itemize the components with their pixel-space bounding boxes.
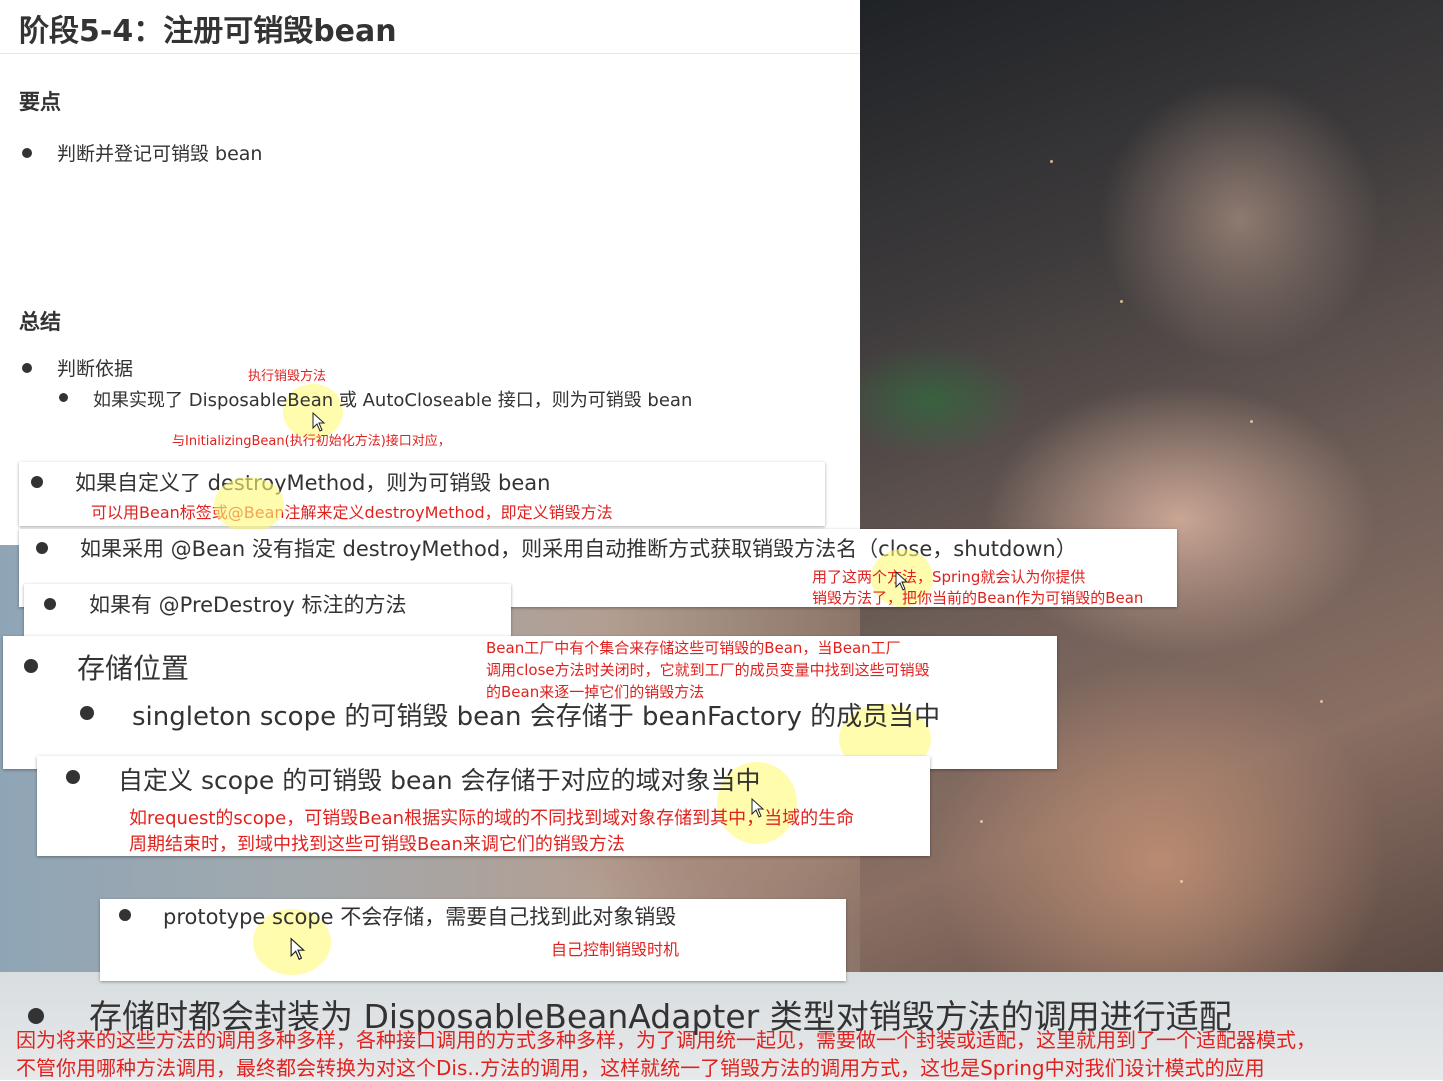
storage-3: prototype scope 不会存储，需要自己找到此对象销毁: [163, 905, 677, 929]
basis-label: 判断依据: [57, 358, 134, 380]
summary-heading: 总结: [19, 310, 61, 334]
cursor-highlight: [214, 477, 284, 532]
annotation-factory-2: 调用close方法时关闭时，它就到工厂的成员变量中找到这些可销毁: [486, 661, 930, 679]
bullet-icon: [31, 476, 43, 488]
annotation-define-destroy: 可以用Bean标签或@Bean注解来定义destroyMethod，即定义销毁方…: [91, 503, 613, 522]
storage-heading: 存储位置: [77, 652, 190, 685]
storage-1: singleton scope 的可销毁 bean 会存储于 beanFacto…: [132, 702, 941, 732]
bullet-icon: [28, 1008, 44, 1024]
page-title: 阶段5-4：注册可销毁bean: [19, 14, 397, 49]
bullet-icon: [22, 148, 32, 158]
key-points-heading: 要点: [19, 90, 61, 114]
basis-1: 如果实现了 DisposableBean 或 AutoCloseable 接口，…: [93, 390, 693, 411]
basis-4: 如果有 @PreDestroy 标注的方法: [89, 593, 407, 617]
annotation-exec-destroy: 执行销毁方法: [248, 369, 327, 384]
annotation-request-1: 如request的scope，可销毁Bean根据实际的域的不同找到域对象存储到其…: [129, 808, 855, 829]
basis-2: 如果自定义了 destroyMethod，则为可销毁 bean: [75, 471, 551, 495]
annotation-self-control: 自己控制销毁时机: [551, 940, 680, 959]
bullet-icon: [80, 706, 94, 720]
key-point-1: 判断并登记可销毁 bean: [57, 143, 263, 165]
title-divider: [0, 53, 860, 54]
card-custom-scope: 自定义 scope 的可销毁 bean 会存储于对应的域对象当中 如reques…: [37, 756, 930, 856]
bullet-icon: [24, 659, 38, 673]
card-destroy-method: 如果自定义了 destroyMethod，则为可销毁 bean 可以用Bean标…: [19, 462, 825, 532]
bullet-icon: [66, 770, 80, 784]
annotation-adapter-2: 不管你用哪种方法调用，最终都会转换为对这个Dis..方法的调用，这样就统一了销毁…: [16, 1056, 1265, 1080]
basis-3: 如果采用 @Bean 没有指定 destroyMethod，则采用自动推断方式获…: [80, 537, 1077, 561]
annotation-two-methods-1: 用了这两个方法，Spring就会认为你提供: [812, 568, 1086, 586]
annotation-factory-1: Bean工厂中有个集合来存储这些可销毁的Bean，当Bean工厂: [486, 639, 901, 657]
annotation-initializing: 与InitializingBean(执行初始化方法)接口对应，: [172, 434, 451, 449]
bullet-icon: [36, 542, 48, 554]
bullet-icon: [22, 363, 32, 373]
card-predestroy: 如果有 @PreDestroy 标注的方法: [24, 584, 511, 636]
card-prototype: prototype scope 不会存储，需要自己找到此对象销毁 自己控制销毁时…: [100, 899, 846, 981]
annotation-adapter-1: 因为将来的这些方法的调用多种多样，各种接口调用的方式多种多样，为了调用统一起见，…: [16, 1028, 1316, 1052]
annotation-two-methods-2: 销毁方法了，把你当前的Bean作为可销毁的Bean: [812, 589, 1144, 607]
card-storage: 存储位置 Bean工厂中有个集合来存储这些可销毁的Bean，当Bean工厂 调用…: [3, 636, 1057, 774]
annotation-request-2: 周期结束时，到域中找到这些可销毁Bean来调它们的销毁方法: [129, 834, 625, 855]
storage-2: 自定义 scope 的可销毁 bean 会存储于对应的域对象当中: [118, 766, 761, 795]
bullet-icon: [119, 909, 131, 921]
bullet-icon: [44, 598, 56, 610]
bullet-icon: [59, 393, 68, 402]
